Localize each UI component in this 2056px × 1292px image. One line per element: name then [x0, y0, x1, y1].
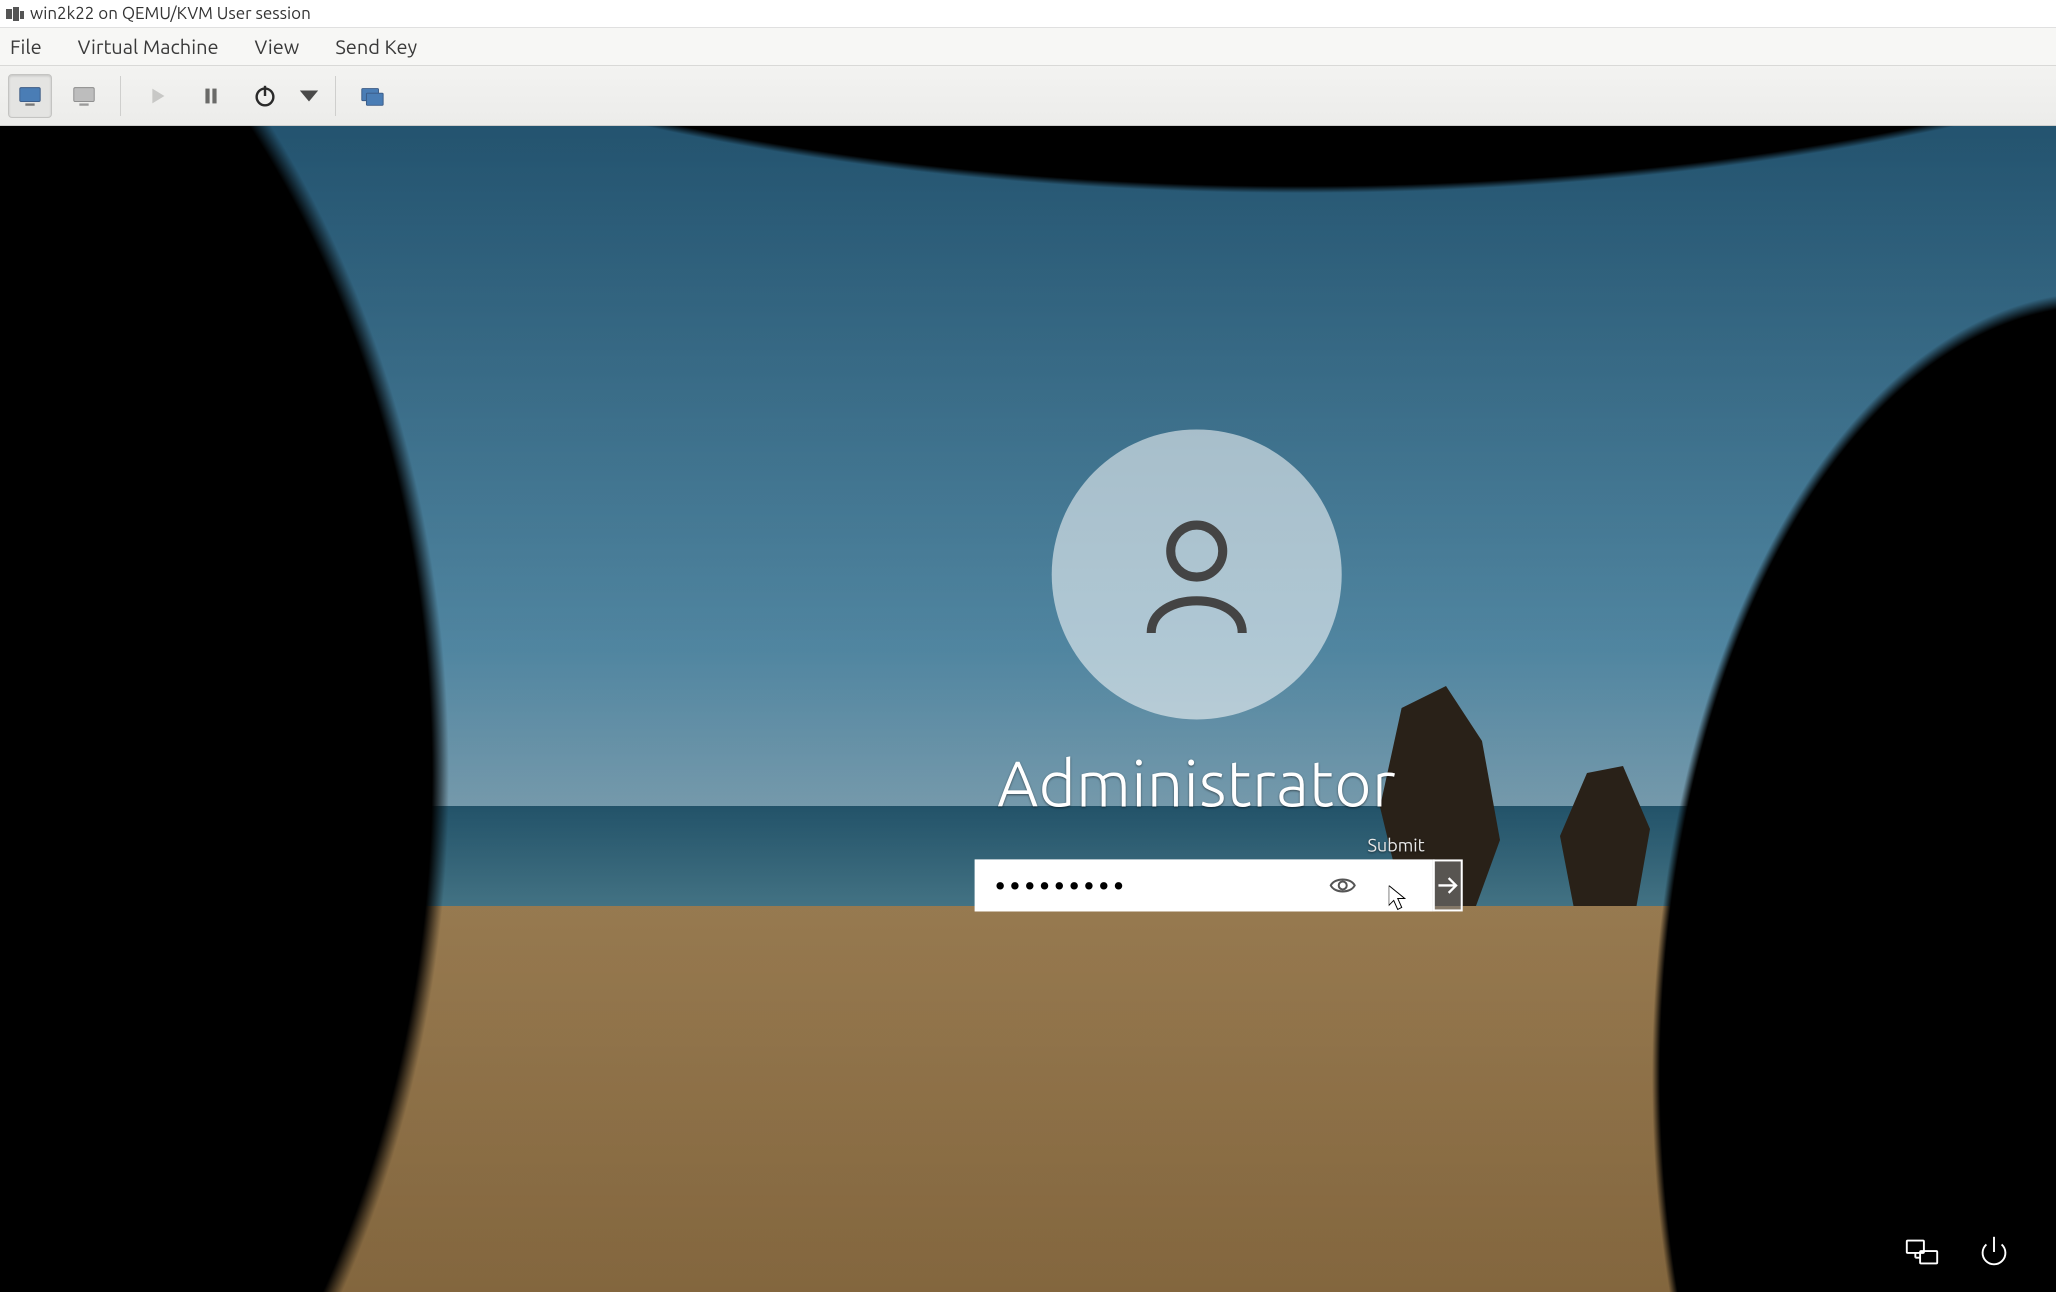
host-window-title: win2k22 on QEMU/KVM User session [30, 4, 311, 23]
host-window-titlebar: win2k22 on QEMU/KVM User session [0, 0, 2056, 28]
network-icon [1903, 1233, 1941, 1271]
menu-view[interactable]: View [251, 31, 304, 62]
power-icon [1975, 1233, 2013, 1271]
password-row: Submit [975, 859, 1419, 911]
menu-file[interactable]: File [6, 31, 46, 62]
power-button[interactable] [1972, 1230, 2016, 1274]
login-panel: Administrator Submit [975, 429, 1419, 911]
arrow-right-icon [1435, 872, 1461, 898]
user-icon [1132, 509, 1262, 639]
lock-screen-tray [1900, 1230, 2016, 1274]
toolbar-separator [120, 76, 121, 116]
host-menubar: File Virtual Machine View Send Key [0, 28, 2056, 66]
console-view-button[interactable] [8, 74, 52, 118]
guest-display[interactable]: Administrator Submit [0, 126, 2056, 1292]
username-label: Administrator [975, 747, 1419, 819]
eye-icon [1329, 871, 1357, 899]
host-toolbar [0, 66, 2056, 126]
fullscreen-button[interactable] [350, 74, 394, 118]
details-view-button[interactable] [62, 74, 106, 118]
reveal-password-button[interactable] [1325, 867, 1361, 903]
menu-send-key[interactable]: Send Key [331, 31, 421, 62]
run-button[interactable] [135, 74, 179, 118]
submit-button[interactable] [1433, 859, 1463, 911]
shutdown-button[interactable] [243, 74, 287, 118]
submit-tooltip: Submit [1367, 835, 1424, 855]
user-avatar [1052, 429, 1342, 719]
menu-virtual-machine[interactable]: Virtual Machine [74, 31, 223, 62]
shutdown-menu-dropdown[interactable] [297, 74, 321, 118]
toolbar-separator [335, 76, 336, 116]
password-input[interactable] [975, 859, 1435, 911]
pause-button[interactable] [189, 74, 233, 118]
network-button[interactable] [1900, 1230, 1944, 1274]
virt-manager-app-icon [6, 7, 24, 21]
